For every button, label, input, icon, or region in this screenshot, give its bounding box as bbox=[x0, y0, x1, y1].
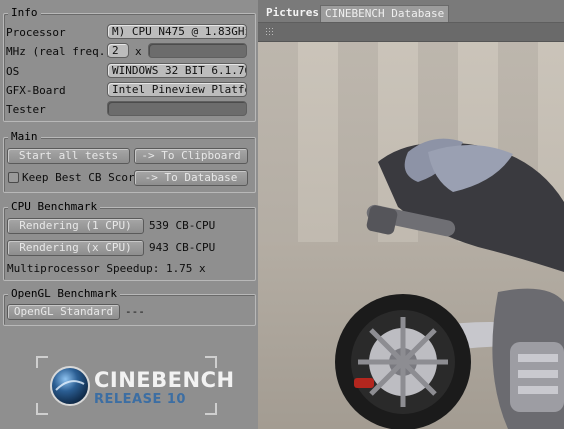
grip-handle-icon[interactable] bbox=[265, 27, 275, 37]
cpu-benchmark-legend: CPU Benchmark bbox=[8, 200, 101, 214]
opengl-benchmark-legend: OpenGL Benchmark bbox=[8, 287, 120, 301]
render-1cpu-button[interactable]: Rendering (1 CPU) bbox=[7, 218, 144, 234]
viewport-toolbar bbox=[258, 23, 564, 42]
start-all-tests-button[interactable]: Start all tests bbox=[7, 148, 130, 164]
cinebench-orb-icon bbox=[50, 366, 90, 406]
to-database-button[interactable]: -> To Database bbox=[134, 170, 248, 186]
to-clipboard-button[interactable]: -> To Clipboard bbox=[134, 148, 248, 164]
logo-corner-tr bbox=[205, 356, 217, 368]
opengl-result: --- bbox=[125, 305, 145, 318]
settings-panel: Info Processor M) CPU N475 @ 1.83GHz MHz… bbox=[0, 0, 258, 429]
mhz-multiplier-field[interactable]: 2 bbox=[107, 43, 129, 58]
os-label: OS bbox=[6, 65, 20, 78]
pictures-panel: Pictures CINEBENCH Database bbox=[258, 0, 564, 429]
render-viewport bbox=[258, 42, 564, 429]
render-xcpu-result: 943 CB-CPU bbox=[149, 241, 216, 254]
processor-label: Processor bbox=[6, 26, 66, 39]
logo-corner-tl bbox=[36, 356, 48, 368]
gfx-field[interactable]: Intel Pineview Platfor bbox=[107, 82, 247, 97]
tab-bar: Pictures CINEBENCH Database bbox=[258, 0, 564, 23]
cinebench-logo: CINEBENCH RELEASE 10 bbox=[36, 356, 234, 415]
gfx-label: GFX-Board bbox=[6, 84, 66, 97]
logo-title: CINEBENCH bbox=[94, 368, 235, 392]
tab-cinebench-database[interactable]: CINEBENCH Database bbox=[320, 5, 450, 22]
render-1cpu-result: 539 CB-CPU bbox=[149, 219, 216, 232]
mp-speedup-text: Multiprocessor Speedup: 1.75 x bbox=[7, 262, 206, 275]
logo-corner-br bbox=[205, 403, 217, 415]
mhz-label: MHz (real freq.) bbox=[6, 45, 112, 58]
motorcycle-render-image bbox=[335, 138, 564, 429]
info-legend: Info bbox=[8, 6, 41, 20]
opengl-standard-button[interactable]: OpenGL Standard bbox=[7, 304, 120, 320]
tab-pictures[interactable]: Pictures bbox=[262, 5, 323, 21]
logo-corner-bl bbox=[36, 403, 48, 415]
tester-label: Tester bbox=[6, 103, 46, 116]
keep-best-checkbox[interactable] bbox=[8, 172, 19, 183]
tester-field[interactable] bbox=[107, 101, 247, 116]
keep-best-label: Keep Best CB Score bbox=[22, 171, 142, 184]
logo-release: RELEASE 10 bbox=[94, 392, 186, 407]
os-field[interactable]: WINDOWS 32 BIT 6.1.760 bbox=[107, 63, 247, 78]
processor-field[interactable]: M) CPU N475 @ 1.83GHz bbox=[107, 24, 247, 39]
main-legend: Main bbox=[8, 130, 41, 144]
mhz-frequency-field[interactable] bbox=[148, 43, 247, 58]
mhz-times-label: x bbox=[135, 45, 142, 58]
render-xcpu-button[interactable]: Rendering (x CPU) bbox=[7, 240, 144, 256]
